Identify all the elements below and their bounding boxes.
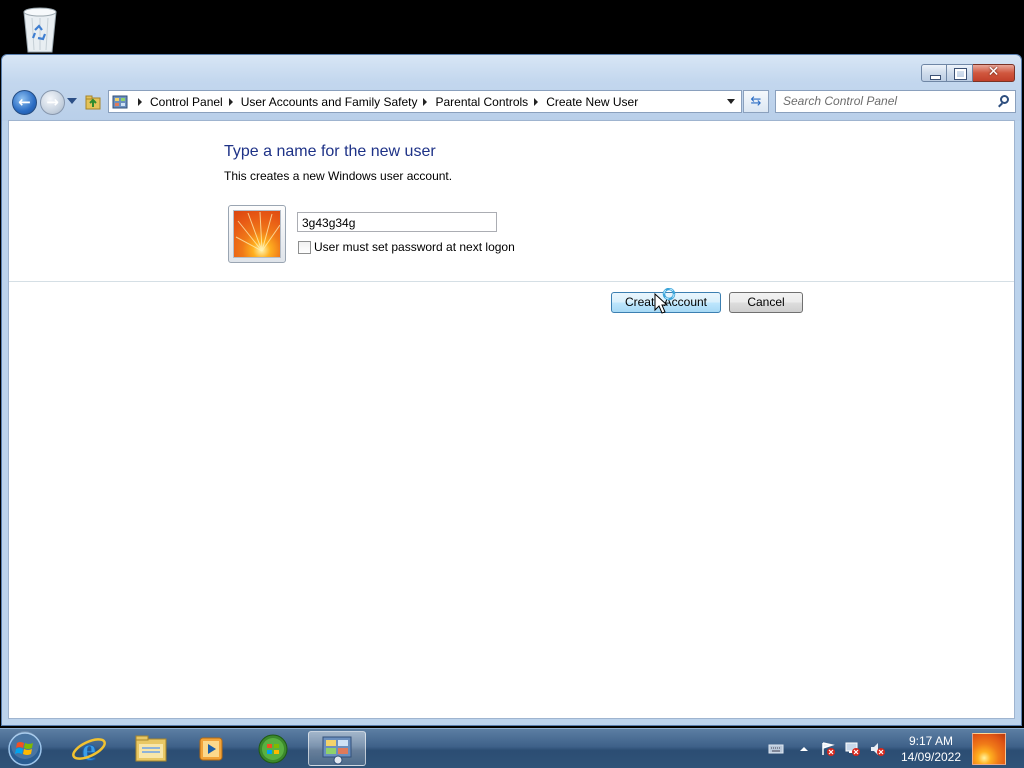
forward-button[interactable]: → — [40, 90, 65, 115]
user-picture — [228, 205, 286, 263]
arrow-left-icon: ← — [18, 93, 31, 111]
arrow-right-icon: → — [46, 93, 59, 111]
user-avatar-thumbnail[interactable] — [972, 733, 1006, 765]
up-folder-icon — [85, 95, 101, 110]
password-reset-label[interactable]: User must set password at next logon — [314, 240, 515, 254]
taskbar-internet-explorer[interactable]: e — [64, 731, 114, 768]
taskbar-media-player[interactable] — [186, 731, 236, 766]
internet-explorer-icon: e — [72, 731, 106, 768]
windows-logo-icon — [8, 731, 42, 766]
windows-explorer-icon — [135, 735, 167, 762]
search-placeholder: Search Control Panel — [783, 94, 898, 108]
page-description: This creates a new Windows user account. — [224, 169, 453, 183]
address-bar[interactable]: Control Panel User Accounts and Family S… — [108, 90, 742, 113]
password-reset-checkbox[interactable] — [298, 241, 311, 254]
minimize-button[interactable] — [921, 64, 947, 82]
recent-pages-dropdown[interactable] — [67, 98, 77, 104]
up-folder-button[interactable] — [84, 93, 102, 111]
close-button[interactable]: ✕ — [973, 64, 1015, 82]
caption-buttons: ✕ — [921, 64, 1015, 84]
windows-update-icon — [258, 734, 288, 764]
breadcrumb-user-accounts[interactable]: User Accounts and Family Safety — [241, 95, 418, 109]
refresh-button[interactable]: ⇆ — [743, 90, 769, 113]
taskbar-windows-explorer[interactable] — [126, 731, 176, 766]
breadcrumb-separator-icon[interactable] — [228, 97, 233, 106]
volume-muted-icon[interactable] — [869, 741, 885, 757]
taskbar-control-panel[interactable] — [308, 731, 366, 766]
tray-keyboard-icon[interactable] — [768, 741, 784, 757]
recycle-bin-icon[interactable] — [18, 6, 62, 54]
search-input[interactable]: Search Control Panel — [775, 90, 1016, 113]
show-hidden-icons-icon[interactable] — [796, 741, 812, 757]
start-button[interactable] — [6, 730, 44, 768]
control-panel-icon — [112, 95, 128, 108]
refresh-icon: ⇆ — [750, 94, 762, 109]
search-icon[interactable] — [1000, 95, 1009, 104]
content-pane: Type a name for the new user This create… — [8, 120, 1015, 719]
maximize-button[interactable] — [947, 64, 973, 82]
user-name-input[interactable] — [297, 212, 497, 232]
page-title: Type a name for the new user — [224, 143, 436, 160]
network-icon[interactable] — [845, 741, 861, 757]
breadcrumb-parental-controls[interactable]: Parental Controls — [435, 95, 528, 109]
control-panel-window: ✕ ← → Control Panel User Accounts and Fa… — [1, 54, 1022, 726]
breadcrumb-create-new-user[interactable]: Create New User — [546, 95, 638, 109]
desktop: ✕ ← → Control Panel User Accounts and Fa… — [0, 0, 1024, 768]
divider — [9, 281, 1014, 282]
taskbar-windows-update[interactable] — [248, 731, 298, 766]
busy-cursor-icon — [654, 288, 676, 314]
clock-time: 9:17 AM — [908, 734, 954, 748]
back-button[interactable]: ← — [12, 90, 37, 115]
action-center-icon[interactable] — [820, 741, 836, 757]
media-player-icon — [199, 737, 223, 761]
breadcrumb-separator-icon[interactable] — [534, 97, 539, 106]
system-clock[interactable]: 9:17 AM 14/09/2022 — [893, 733, 969, 765]
clock-date: 14/09/2022 — [900, 750, 962, 764]
taskbar: e 9:17 AM 14/09/2022 — [0, 728, 1024, 768]
cancel-button[interactable]: Cancel — [729, 292, 803, 313]
breadcrumb-separator-icon[interactable] — [138, 97, 142, 106]
control-panel-icon — [322, 736, 352, 765]
close-icon: ✕ — [987, 64, 1000, 80]
breadcrumb-control-panel[interactable]: Control Panel — [150, 95, 223, 109]
svg-text:e: e — [82, 731, 96, 766]
address-history-dropdown[interactable] — [727, 99, 735, 104]
breadcrumb-separator-icon[interactable] — [423, 97, 428, 106]
flower-picture-icon — [233, 210, 281, 258]
